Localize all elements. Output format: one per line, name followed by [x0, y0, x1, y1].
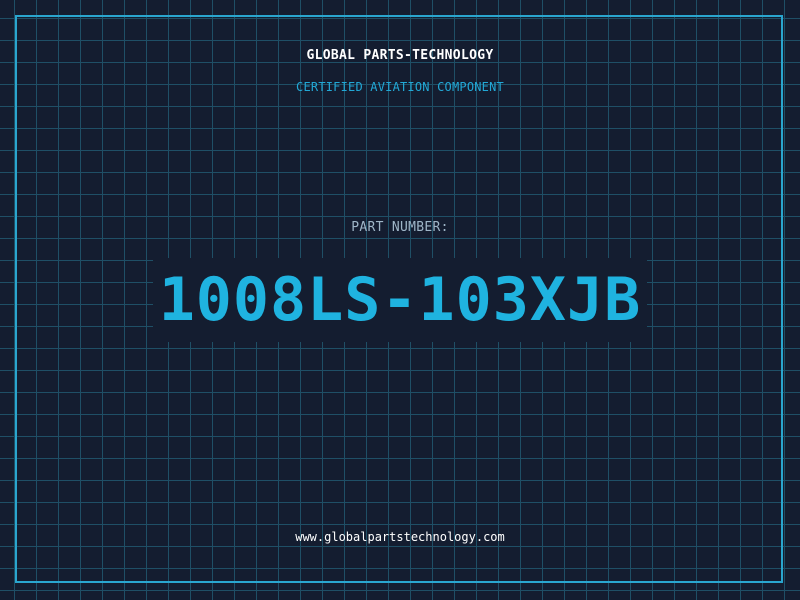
company-name: GLOBAL PARTS-TECHNOLOGY [306, 48, 494, 63]
part-number-label: PART NUMBER: [351, 220, 449, 235]
part-number-value: 1008LS-103XJB [152, 258, 648, 342]
part-number-container: 1008LS-103XJB [0, 258, 800, 342]
certification-subtitle: CERTIFIED AVIATION COMPONENT [296, 80, 504, 94]
label-canvas: GLOBAL PARTS-TECHNOLOGY CERTIFIED AVIATI… [0, 0, 800, 600]
website-url: www.globalpartstechnology.com [295, 530, 505, 544]
